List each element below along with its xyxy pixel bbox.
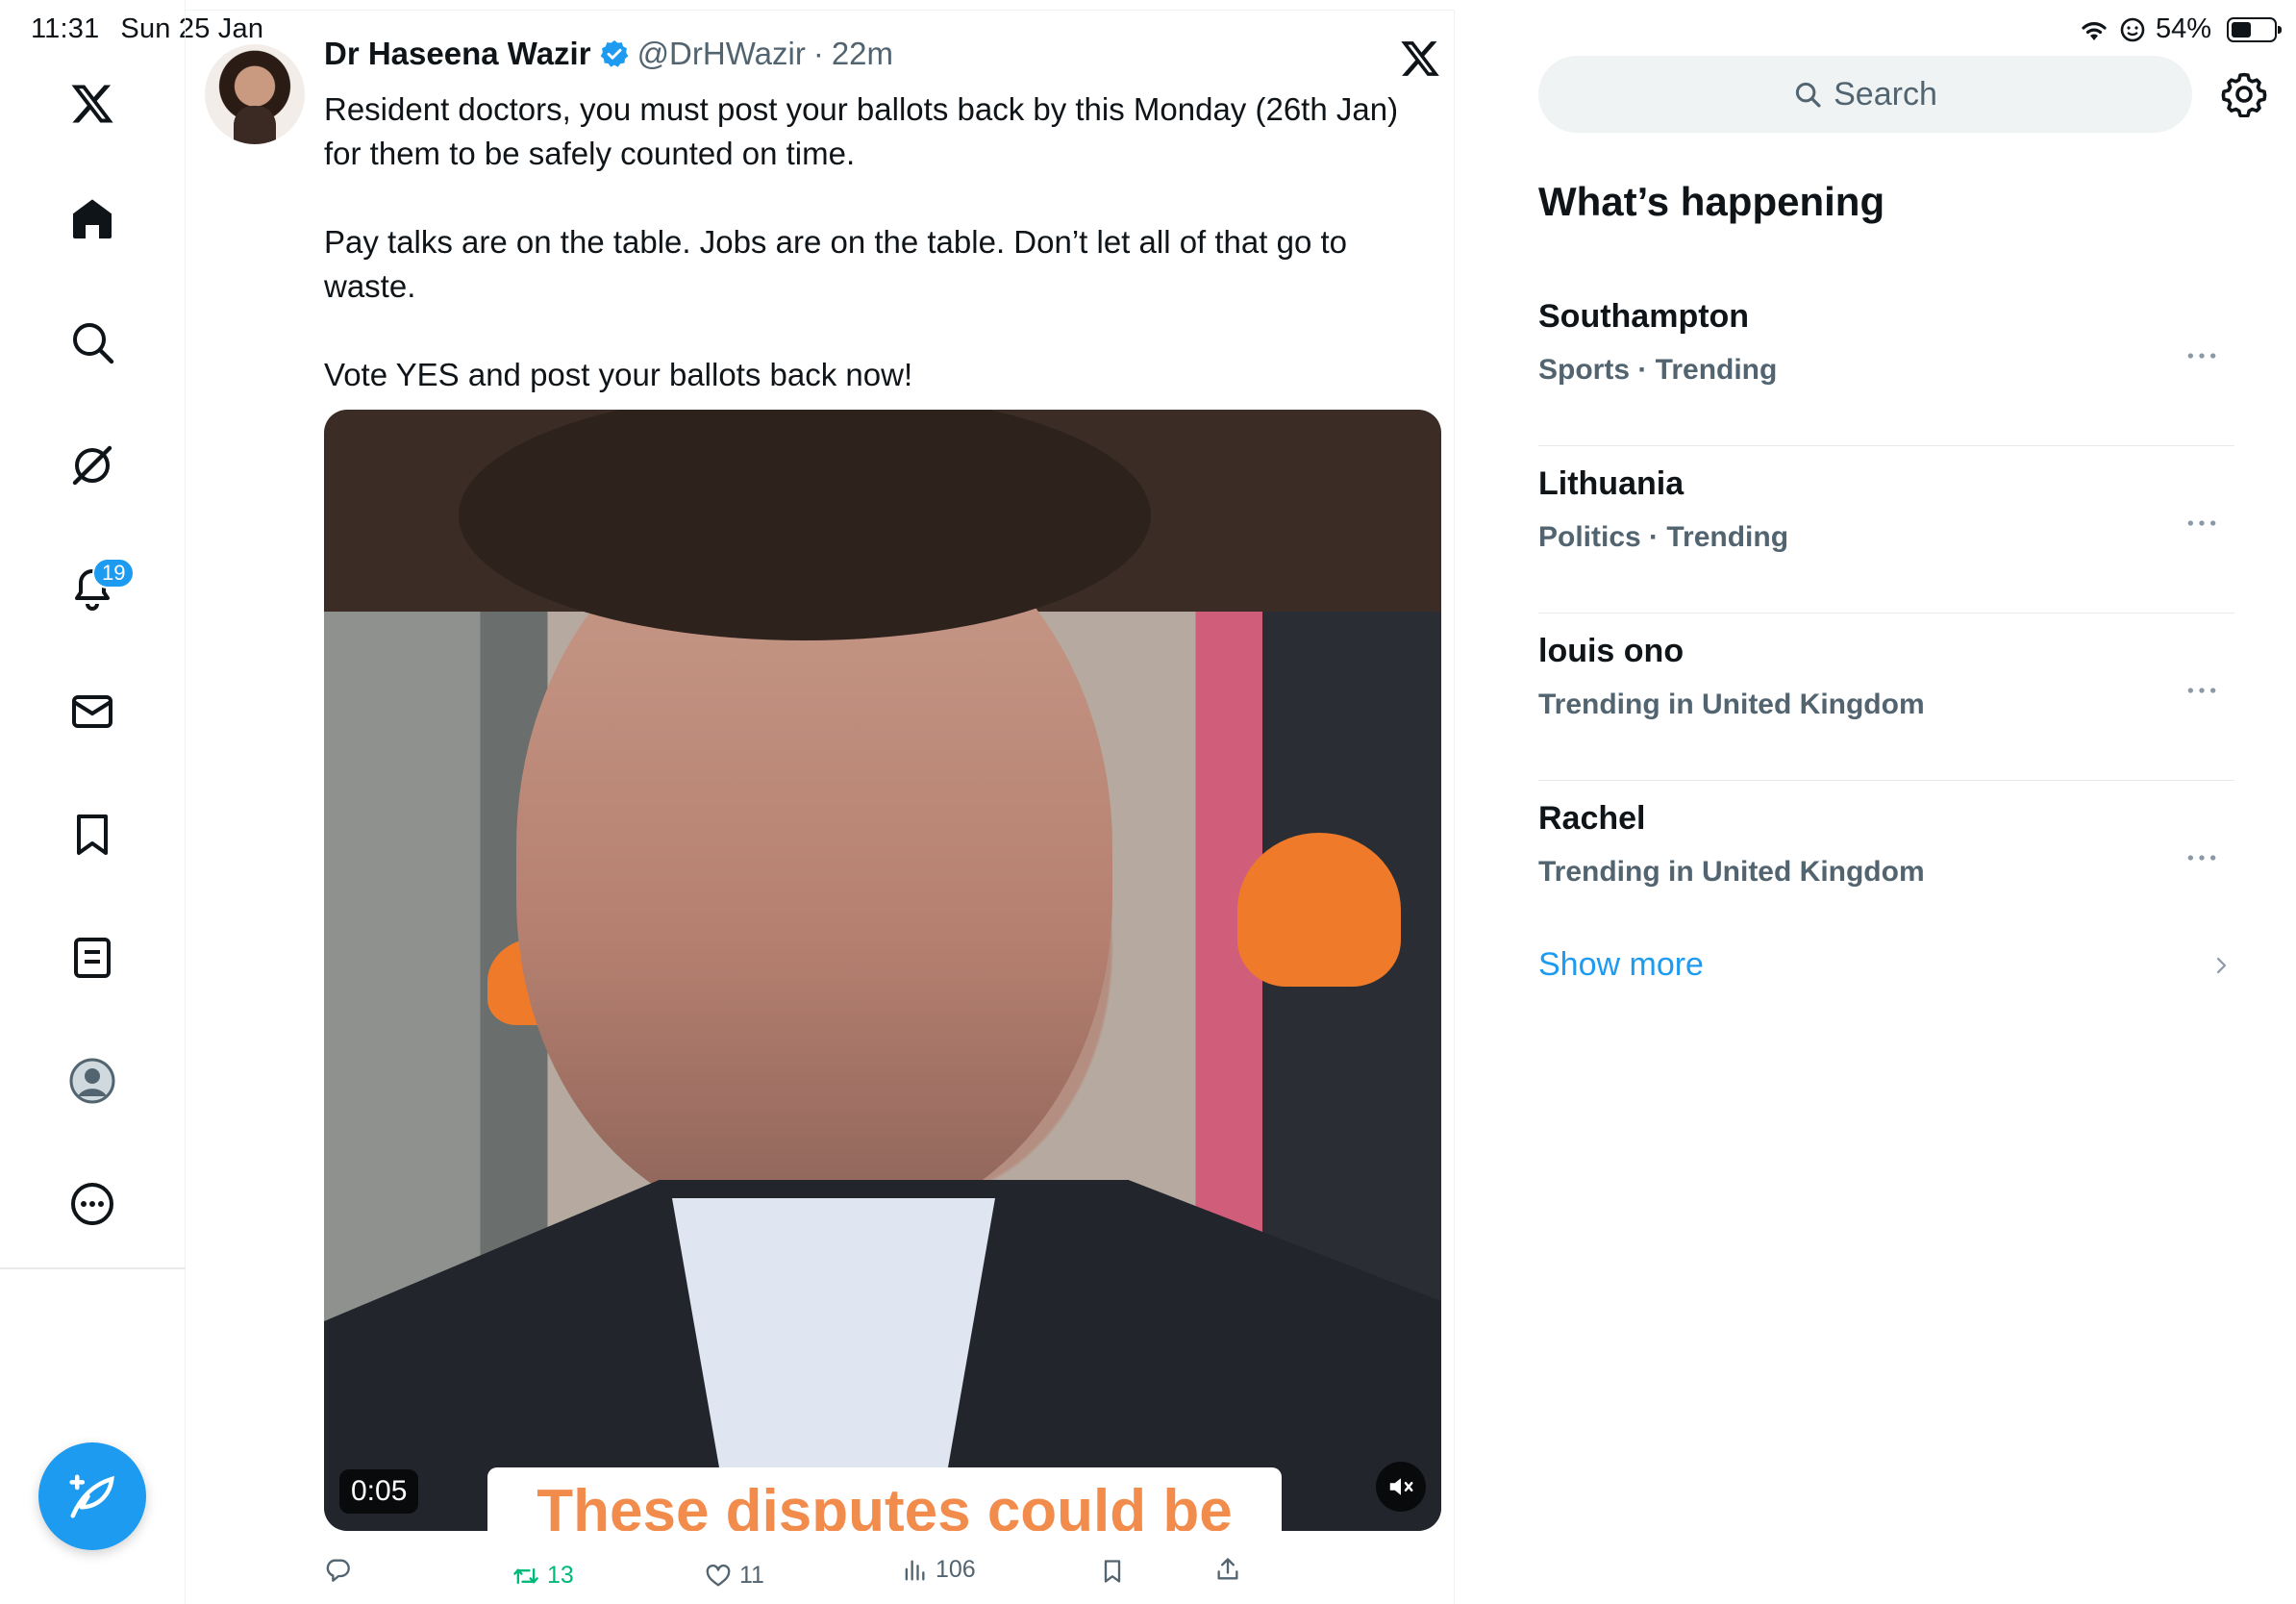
share-button[interactable] [1214,1556,1241,1583]
tweet-time[interactable]: 22m [832,36,893,72]
author-handle[interactable]: @DrHWazir [637,36,806,72]
reply-button[interactable] [324,1556,359,1583]
wifi-icon [2082,21,2107,40]
trend-item[interactable]: Rachel Trending in United Kingdom [1538,781,2234,948]
sidebar-nav: 19 [0,0,186,1604]
more-dots-icon[interactable] [2183,839,2221,877]
trend-item[interactable]: Southampton Sports · Trending [1538,279,2234,446]
trend-name: louis ono [1538,633,1685,669]
reply-icon [326,1559,350,1582]
nav-divider [0,1267,186,1269]
more-dots-icon[interactable] [2183,671,2221,710]
retweet-count: 13 [547,1562,574,1589]
video-timestamp: 0:05 [339,1469,419,1514]
video-scene-shape [459,410,1151,640]
trend-name: Rachel [1538,800,1646,837]
share-upload-icon [1217,1558,1238,1580]
notifications-bell-icon[interactable]: 19 [54,550,136,627]
trend-item[interactable]: louis ono Trending in United Kingdom [1538,614,2234,781]
battery-percent: 54% [2155,13,2211,44]
search-icon[interactable] [54,304,131,381]
compose-feather-icon [69,1474,114,1518]
trend-meta: Politics · Trending [1538,521,1789,553]
trend-item[interactable]: Lithuania Politics · Trending [1538,446,2234,614]
author-avatar[interactable] [205,44,305,144]
notifications-badge: 19 [92,558,136,589]
compose-post-button[interactable] [38,1442,146,1550]
tweet-paragraph: Vote YES and post your ballots back now! [324,357,913,392]
x-logo-icon[interactable] [54,65,131,142]
bookmark-button[interactable] [1099,1558,1126,1585]
tweet-text: Resident doctors, you must post your bal… [324,88,1430,397]
home-icon[interactable] [54,181,131,258]
views-chart-icon [905,1560,925,1580]
more-dots-icon[interactable] [2183,504,2221,542]
search-icon [1796,82,1821,108]
speaker-muted-icon [1389,1478,1413,1495]
views-button[interactable]: 106 [901,1556,976,1584]
tweet-paragraph: Pay talks are on the table. Jobs are on … [324,224,1347,304]
video-scene-shape [1237,833,1401,987]
bookmarks-icon[interactable] [54,796,131,873]
verified-badge-icon [600,40,628,67]
messages-envelope-icon[interactable] [54,673,131,750]
heart-icon [706,1564,731,1586]
header-separator: · [812,36,824,71]
author-name[interactable]: Dr Haseena Wazir [324,36,591,72]
tweet-column: Dr Haseena Wazir @DrHWazir · 22m Residen… [186,10,1455,1604]
show-more-link[interactable]: Show more [1538,946,1704,984]
tweet-video[interactable]: 0:05 These disputes could be [324,410,1441,1531]
tweet-paragraph: Resident doctors, you must post your bal… [324,91,1399,171]
settings-gear-icon[interactable] [2221,71,2267,117]
search-placeholder: Search [1834,75,1937,113]
trend-name: Southampton [1538,298,1750,335]
retweet-button[interactable]: 13 [512,1562,574,1590]
views-count: 106 [936,1556,976,1583]
x-logo-close-icon[interactable] [1399,38,1441,80]
status-bar-right: 54% [2079,13,2282,45]
lists-icon[interactable] [54,919,131,996]
profile-avatar-icon[interactable] [54,1042,131,1119]
retweet-icon [513,1567,538,1584]
more-options-icon[interactable] [54,1165,131,1242]
more-dots-icon[interactable] [2183,337,2221,375]
battery-icon [2227,16,2282,42]
trend-meta: Trending in United Kingdom [1538,856,1925,888]
bookmark-icon [1104,1560,1121,1583]
trend-meta: Sports · Trending [1538,354,1778,386]
chevron-right-icon[interactable] [2209,954,2233,977]
like-count: 11 [739,1562,764,1589]
mute-button[interactable] [1376,1462,1426,1512]
video-caption: These disputes could be [487,1467,1282,1531]
grok-icon[interactable] [54,427,131,504]
like-button[interactable]: 11 [705,1562,764,1590]
focus-smiley-icon [2120,17,2145,41]
trend-meta: Trending in United Kingdom [1538,689,1925,720]
tweet-actions: 13 11 106 [324,1554,1285,1602]
search-input[interactable]: Search [1538,56,2192,133]
tweet-header: Dr Haseena Wazir @DrHWazir · 22m [324,36,893,72]
section-title: What’s happening [1538,179,1885,224]
trend-name: Lithuania [1538,465,1685,502]
